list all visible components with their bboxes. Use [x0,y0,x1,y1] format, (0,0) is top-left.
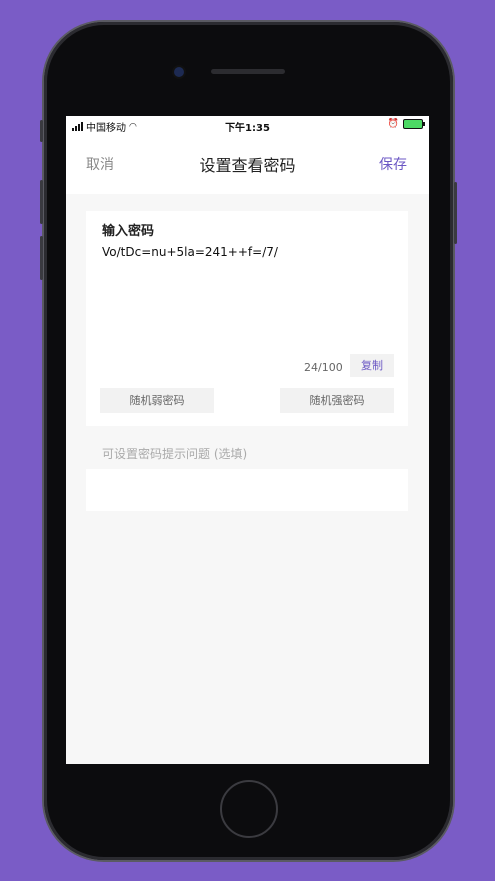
alarm-icon: ⏰ [387,119,399,129]
earpiece-speaker [211,69,285,74]
home-button[interactable] [220,780,278,838]
nav-bar: 取消 设置查看密码 保存 [66,134,429,194]
volume-down-button [40,236,43,280]
status-right: ⏰ [387,119,425,129]
password-card: 输入密码 Vo/tDc=nu+5la=241++f=/7/ 24/100 复制 … [86,211,408,426]
hint-input[interactable] [86,469,408,511]
status-bar: 中国移动 ◠ 下午1:35 ⏰ [66,116,429,134]
volume-up-button [40,180,43,224]
password-label: 输入密码 [102,224,155,239]
status-time: 下午1:35 [225,123,270,134]
save-button[interactable]: 保存 [379,154,407,174]
page-title: 设置查看密码 [199,156,296,175]
app-screen: 中国移动 ◠ 下午1:35 ⏰ 取消 设置查看密码 保存 输入密码 Vo/tDc… [66,116,429,764]
battery-charging-icon [403,119,425,129]
copy-button[interactable]: 复制 [350,354,394,377]
random-strong-password-button[interactable]: 随机强密码 [280,388,394,413]
char-counter: 24/100 [304,361,343,374]
random-weak-password-button[interactable]: 随机弱密码 [100,388,214,413]
hint-label: 可设置密码提示问题 (选填) [102,447,248,461]
password-input[interactable]: Vo/tDc=nu+5la=241++f=/7/ [102,245,402,355]
mute-switch [40,120,43,142]
power-button [454,182,457,244]
front-camera [174,67,184,77]
